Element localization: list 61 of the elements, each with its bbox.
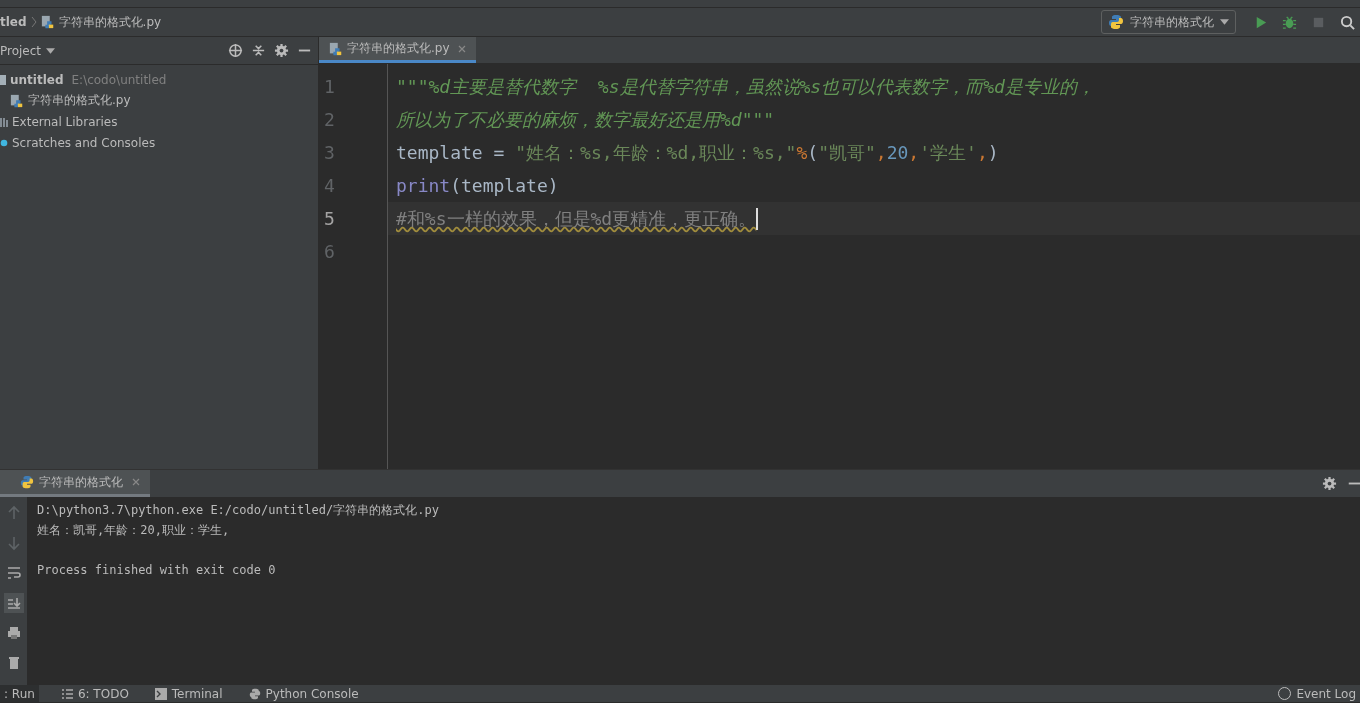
library-icon (0, 115, 8, 128)
python-file-icon (10, 93, 24, 108)
code-token: (template) (450, 174, 559, 198)
event-log-button[interactable]: Event Log (1274, 685, 1360, 702)
breadcrumb[interactable]: tled (0, 15, 27, 29)
console-output: D:\python3.7\python.exe E:/codo/untitled/字符串的格式化.py (37, 503, 439, 517)
line-number: 3 (323, 141, 336, 165)
line-number: 5 (323, 207, 336, 231)
code-token: % (796, 141, 808, 165)
caret-icon (1220, 19, 1229, 25)
line-number: 2 (323, 108, 336, 132)
tool-window-tab[interactable]: Python Console (244, 685, 363, 702)
tree-item[interactable]: untitled (10, 72, 64, 87)
python-logo-icon (1108, 14, 1124, 30)
console-output: Process finished with exit code 0 (37, 563, 276, 577)
code-token: 所以为了不必要的麻烦，数字最好还是用%d""" (396, 108, 775, 132)
python-file-icon (40, 15, 55, 29)
code-token: ( (807, 141, 819, 165)
tree-item[interactable]: Scratches and Consoles (12, 135, 156, 150)
chevron-icon (30, 16, 37, 28)
code-token: 20 (886, 141, 909, 165)
code-token: template = (396, 141, 506, 165)
crosshair-icon[interactable] (228, 43, 243, 58)
tree-item[interactable]: External Libraries (12, 114, 118, 129)
line-number: 1 (323, 75, 336, 99)
tool-window-tab[interactable]: 6: TODO (56, 685, 133, 702)
code-token: print (396, 174, 451, 198)
settings-icon[interactable] (1322, 476, 1337, 491)
tree-item[interactable]: 字符串的格式化.py (28, 92, 131, 109)
list-icon (60, 687, 73, 700)
code-token: , (976, 141, 988, 165)
code-token: "凯哥" (818, 141, 876, 165)
code-token: ) (987, 141, 999, 165)
line-number: 4 (323, 174, 336, 198)
folder-path: E:\codo\untitled (71, 72, 167, 87)
code-token: , (875, 141, 887, 165)
breadcrumb[interactable]: 字符串的格式化.py (58, 13, 162, 31)
editor-tab[interactable]: 字符串的格式化.py (319, 37, 476, 63)
run-tab[interactable]: 字符串的格式化 (0, 470, 150, 497)
project-view-dropdown[interactable]: Project (0, 43, 56, 58)
code-token: '学生' (919, 141, 977, 165)
collapse-icon[interactable] (251, 43, 266, 58)
folder-icon (0, 74, 6, 85)
code-token: #和%s一样的效果，但是%d更精准，更正确。 (396, 207, 757, 231)
python-logo-icon (248, 687, 261, 700)
code-token: , (908, 141, 920, 165)
scroll-to-end-icon[interactable] (3, 593, 24, 613)
settings-icon[interactable] (274, 43, 289, 58)
search-icon[interactable] (1340, 14, 1355, 30)
bug-icon[interactable] (1282, 14, 1297, 30)
caret-icon (46, 47, 56, 54)
tool-window-tab[interactable]: Terminal (150, 685, 227, 702)
console-output: 姓名：凯哥,年龄：20,职业：学生, (37, 523, 230, 537)
python-file-icon (329, 41, 343, 56)
python-logo-icon (20, 475, 34, 489)
tool-window-tab[interactable]: : Run (0, 685, 39, 702)
run-configuration-dropdown[interactable]: 字符串的格式化 (1101, 10, 1236, 34)
code-token: """%d主要是替代数字 %s是代替字符串，虽然说%s也可以代表数字，而%d是专业的， (396, 75, 1095, 99)
line-number: 6 (323, 240, 336, 264)
code-token: "姓名：%s,年龄：%d,职业：%s," (515, 141, 797, 165)
text-cursor (756, 207, 759, 230)
